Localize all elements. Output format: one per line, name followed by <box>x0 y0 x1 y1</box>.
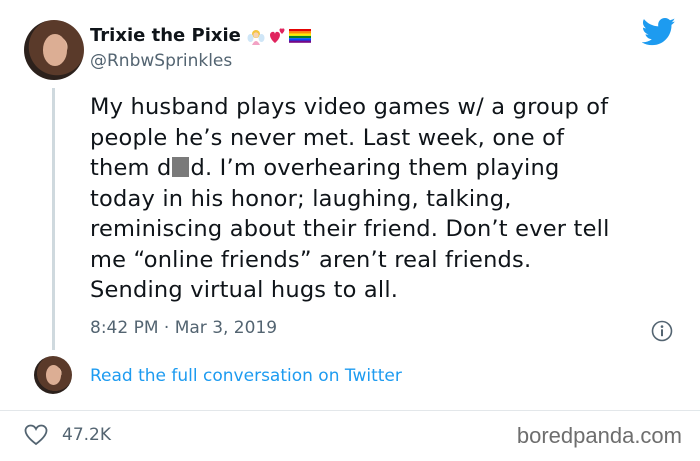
author-name-row: Trixie the Pixie <box>90 25 311 46</box>
read-full-conversation-link[interactable]: Read the full conversation on Twitter <box>90 366 402 386</box>
name-emoji-group <box>247 27 311 45</box>
tweet-line: them d d. I’m overhearing them playing <box>90 153 690 184</box>
twitter-bird-icon[interactable] <box>642 17 676 47</box>
tweet-timestamp[interactable]: 8:42 PM · Mar 3, 2019 <box>90 318 277 338</box>
tweet-text: My husband plays video games w/ a group … <box>90 92 690 306</box>
tweet-line: me “online friends” aren’t real friends. <box>90 246 532 273</box>
boredpanda-watermark: boredpanda.com <box>516 423 682 448</box>
tweet-line: today in his honor; laughing, talking, <box>90 185 512 212</box>
heart-icon[interactable] <box>24 424 48 446</box>
fairy-emoji-icon <box>247 29 265 45</box>
thread-connector-line <box>52 88 55 350</box>
author-avatar[interactable] <box>24 20 84 80</box>
hearts-emoji-icon <box>269 27 285 43</box>
author-name[interactable]: Trixie the Pixie <box>90 25 241 46</box>
author-handle[interactable]: @RnbwSprinkles <box>90 51 232 71</box>
conversation-avatar[interactable] <box>34 356 72 394</box>
tweet-line: people he’s never met. Last week, one of <box>90 124 565 151</box>
tweet-line: reminiscing about their friend. Don’t ev… <box>90 216 610 242</box>
info-icon[interactable] <box>651 320 673 342</box>
redaction-block <box>172 157 190 177</box>
tweet-line: My husband plays video games w/ a group … <box>90 94 609 120</box>
tweet-line-part: d. I’m overhearing them playing <box>190 155 560 181</box>
tweet-line-part: them d <box>90 155 172 181</box>
rainbow-flag-icon <box>288 28 311 43</box>
footer-divider <box>0 410 700 411</box>
tweet-line: Sending virtual hugs to all. <box>90 277 399 303</box>
like-count: 47.2K <box>62 425 111 445</box>
